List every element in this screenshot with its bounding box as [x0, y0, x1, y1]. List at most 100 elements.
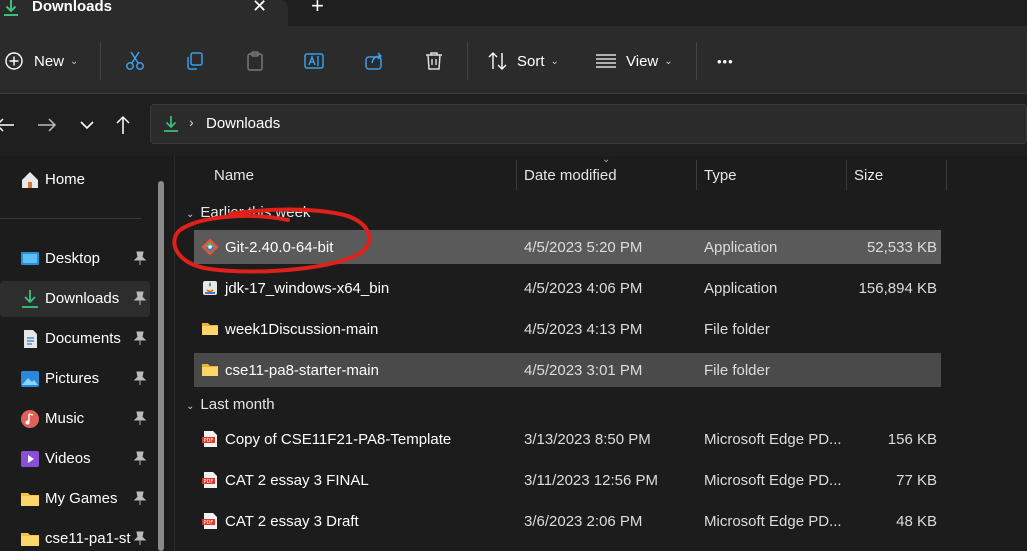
- pin-icon[interactable]: [133, 331, 147, 345]
- pin-icon[interactable]: [133, 491, 147, 505]
- documents-icon: [24, 330, 37, 348]
- recent-locations-chevron-icon[interactable]: [76, 114, 98, 136]
- column-divider[interactable]: [696, 160, 697, 190]
- column-divider[interactable]: [516, 160, 517, 190]
- sidebar-item-documents[interactable]: Documents: [0, 321, 150, 357]
- file-row-pdf[interactable]: PDF Copy of CSE11F21-PA8-Template 3/13/2…: [194, 422, 941, 456]
- up-arrow-icon[interactable]: [112, 114, 134, 136]
- pin-icon[interactable]: [133, 411, 147, 425]
- file-type: File folder: [704, 321, 770, 338]
- file-name: CAT 2 essay 3 Draft: [225, 513, 359, 530]
- sort-label: Sort: [517, 52, 545, 70]
- column-divider[interactable]: [846, 160, 847, 190]
- new-tab-button[interactable]: +: [311, 0, 324, 17]
- back-arrow-icon[interactable]: [0, 114, 16, 136]
- cut-button[interactable]: [124, 48, 146, 74]
- file-type: Microsoft Edge PD...: [704, 472, 842, 489]
- file-row-pdf[interactable]: PDF CAT 2 essay 3 FINAL 3/11/2023 12:56 …: [194, 463, 941, 497]
- group-header-earlier-this-week[interactable]: ⌄ Earlier this week: [186, 204, 310, 221]
- copy-button[interactable]: [184, 48, 206, 74]
- sidebar-item-pictures[interactable]: Pictures: [0, 361, 150, 397]
- new-label: New: [34, 52, 65, 70]
- folder-icon: [202, 323, 218, 335]
- download-icon: [4, 0, 18, 16]
- file-size: 77 KB: [896, 472, 937, 489]
- column-header-row: Name ⌄ Date modified Type Size: [178, 154, 1027, 196]
- sidebar-item-home[interactable]: Home: [0, 162, 150, 198]
- file-row-git[interactable]: Git-2.40.0-64-bit 4/5/2023 5:20 PM Appli…: [194, 230, 941, 264]
- delete-button[interactable]: [423, 48, 445, 74]
- view-button[interactable]: View ⌄: [595, 48, 673, 74]
- file-name: Copy of CSE11F21-PA8-Template: [225, 431, 452, 448]
- pin-icon[interactable]: [133, 531, 147, 545]
- group-label: Earlier this week: [200, 204, 311, 221]
- forward-arrow-icon[interactable]: [36, 114, 58, 136]
- folder-icon: [202, 364, 218, 376]
- folder-icon: [21, 493, 39, 506]
- rename-button[interactable]: [303, 48, 325, 74]
- column-divider[interactable]: [946, 160, 947, 190]
- address-row: › Downloads: [0, 94, 1027, 156]
- sort-button[interactable]: Sort ⌄: [487, 48, 559, 74]
- file-type: Application: [704, 239, 778, 256]
- plus-circle-icon: [5, 52, 23, 70]
- pin-icon[interactable]: [133, 371, 147, 385]
- file-name: Git-2.40.0-64-bit: [225, 239, 334, 256]
- file-type: File folder: [704, 362, 770, 379]
- file-row-jdk[interactable]: jdk-17_windows-x64_bin 4/5/2023 4:06 PM …: [194, 271, 941, 305]
- column-header-date[interactable]: Date modified: [524, 167, 617, 184]
- file-date: 3/13/2023 8:50 PM: [524, 431, 651, 448]
- sidebar-label: Music: [45, 410, 85, 427]
- sidebar-item-my-games[interactable]: My Games: [0, 481, 150, 517]
- sidebar-item-cse11-pa1[interactable]: cse11-pa1-st: [0, 521, 150, 551]
- sidebar-label: Downloads: [45, 290, 120, 307]
- sort-indicator-icon: ⌄: [602, 154, 611, 165]
- pin-icon[interactable]: [133, 251, 147, 265]
- sidebar-item-music[interactable]: Music: [0, 401, 150, 437]
- file-date: 4/5/2023 4:13 PM: [524, 321, 643, 338]
- more-options-button[interactable]: •••: [717, 48, 734, 74]
- sidebar-divider: [0, 218, 141, 219]
- sort-icon: [488, 52, 507, 70]
- file-list: Name ⌄ Date modified Type Size ⌄ Earlier …: [178, 154, 1027, 551]
- breadcrumb-downloads[interactable]: Downloads: [206, 115, 280, 132]
- file-row-week1discussion[interactable]: week1Discussion-main 4/5/2023 4:13 PM Fi…: [194, 312, 941, 346]
- share-button[interactable]: [364, 48, 386, 74]
- svg-text:PDF: PDF: [204, 520, 214, 526]
- videos-icon: [21, 451, 39, 467]
- command-bar: New ⌄ Sort ⌄ View ⌄ •••: [0, 26, 1027, 94]
- column-header-type[interactable]: Type: [704, 167, 737, 184]
- sidebar-label: Desktop: [45, 250, 101, 267]
- file-row-pdf[interactable]: PDF CAT 2 essay 3 Draft 3/6/2023 2:06 PM…: [194, 504, 941, 538]
- sidebar-item-downloads[interactable]: Downloads: [0, 281, 150, 317]
- pane-divider[interactable]: [174, 156, 175, 551]
- pin-icon[interactable]: [133, 291, 147, 305]
- new-button[interactable]: New ⌄: [4, 48, 78, 74]
- sidebar-item-desktop[interactable]: Desktop: [0, 241, 150, 277]
- pin-icon[interactable]: [133, 451, 147, 465]
- close-tab-button[interactable]: ✕: [252, 0, 267, 16]
- paste-button[interactable]: [244, 48, 266, 74]
- chevron-down-icon: ⌄: [186, 401, 195, 412]
- pdf-icon: PDF: [202, 513, 217, 529]
- file-size: 156,894 KB: [858, 280, 937, 297]
- group-label: Last month: [200, 396, 275, 413]
- share-icon: [365, 52, 383, 70]
- tab-downloads[interactable]: Downloads ✕: [0, 0, 288, 26]
- column-header-size[interactable]: Size: [854, 167, 883, 184]
- pdf-icon: PDF: [202, 431, 217, 447]
- sidebar-item-videos[interactable]: Videos: [0, 441, 150, 477]
- column-header-name[interactable]: Name: [214, 167, 254, 184]
- chevron-down-icon: ⌄: [70, 55, 79, 67]
- cut-icon: [126, 51, 144, 70]
- sidebar-scrollbar[interactable]: [158, 181, 164, 551]
- separator: [100, 42, 101, 80]
- view-label: View: [626, 52, 659, 70]
- folder-icon: [21, 533, 39, 546]
- file-row-cse11-pa8[interactable]: cse11-pa8-starter-main 4/5/2023 3:01 PM …: [194, 353, 941, 387]
- address-bar[interactable]: › Downloads: [150, 104, 1027, 144]
- file-name: cse11-pa8-starter-main: [225, 362, 379, 379]
- delete-icon: [426, 52, 442, 70]
- group-header-last-month[interactable]: ⌄ Last month: [186, 396, 275, 413]
- java-installer-icon: [203, 281, 217, 295]
